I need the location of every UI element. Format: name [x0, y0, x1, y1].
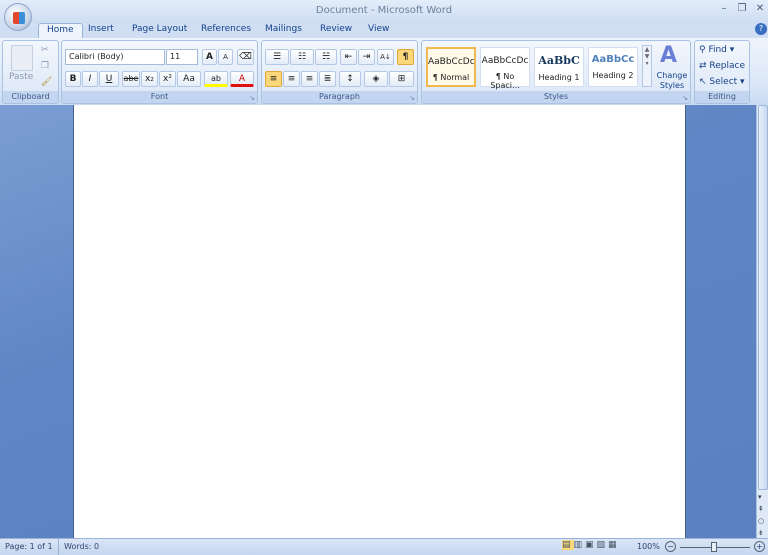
subscript-button[interactable]: x₂: [141, 71, 158, 87]
tab-page-layout[interactable]: Page Layout: [124, 23, 195, 38]
styles-scroll-buttons[interactable]: ▲ ▼ ▾: [642, 45, 652, 87]
paragraph-label: Paragraph: [262, 91, 417, 103]
cut-icon[interactable]: ✂: [41, 45, 49, 55]
superscript-button[interactable]: x²: [159, 71, 176, 87]
vertical-scrollbar[interactable]: ▾ ⇞ ○ ⇟: [756, 105, 768, 538]
replace-button[interactable]: ⇄ Replace: [699, 61, 745, 71]
tab-references[interactable]: References: [193, 23, 259, 38]
clear-formatting-button[interactable]: ⌫: [237, 49, 254, 65]
change-styles-icon: A: [660, 43, 678, 68]
font-size-combo[interactable]: 11: [166, 49, 198, 65]
zoom-out-button[interactable]: −: [665, 541, 676, 552]
font-dialog-launcher-icon[interactable]: ↘: [249, 94, 255, 102]
style-heading-2[interactable]: AaBbCc Heading 2: [588, 47, 638, 87]
style-no-spacing[interactable]: AaBbCcDc ¶ No Spaci...: [480, 47, 530, 90]
ribbon: Paste ✂ ❐ 🖌 Clipboard Calibri (Body) 11 …: [0, 38, 768, 105]
numbering-button[interactable]: ☷: [290, 49, 314, 65]
help-icon[interactable]: ?: [755, 23, 767, 35]
styles-label: Styles: [422, 91, 690, 103]
scrollbar-thumb[interactable]: [758, 105, 768, 490]
tab-mailings[interactable]: Mailings: [257, 23, 310, 38]
browse-buttons[interactable]: ▾ ⇞ ○ ⇟: [758, 491, 764, 539]
multilevel-list-button[interactable]: ☵: [315, 49, 337, 65]
paste-button[interactable]: Paste: [9, 72, 33, 82]
restore-button[interactable]: ❐: [734, 3, 750, 17]
paste-icon: [11, 45, 33, 71]
status-bar: Page: 1 of 1 Words: 0 ▤▥▣▧▦ 100% − +: [0, 538, 768, 555]
ribbon-tabs: Home Insert Page Layout References Maili…: [0, 20, 768, 38]
copy-icon[interactable]: ❐: [41, 61, 49, 71]
font-group: Calibri (Body) 11 A A ⌫ B I U abe x₂ x² …: [61, 40, 258, 104]
sort-button[interactable]: A↓: [377, 49, 394, 65]
style-normal[interactable]: AaBbCcDc ¶ Normal: [426, 47, 476, 87]
underline-button[interactable]: U: [99, 71, 119, 87]
font-name-combo[interactable]: Calibri (Body): [65, 49, 165, 65]
paragraph-dialog-launcher-icon[interactable]: ↘: [409, 94, 415, 102]
close-button[interactable]: ✕: [752, 3, 768, 17]
decrease-indent-button[interactable]: ⇤: [340, 49, 357, 65]
format-painter-icon[interactable]: 🖌: [41, 77, 52, 87]
style-heading-1[interactable]: AaBbC Heading 1: [534, 47, 584, 87]
shading-button[interactable]: ◈: [364, 71, 388, 87]
replace-icon: ⇄: [699, 61, 710, 71]
change-case-button[interactable]: Aa: [177, 71, 201, 87]
editing-group: ⚲ Find ▾ ⇄ Replace ↖ Select ▾ Editing: [694, 40, 750, 104]
font-color-button[interactable]: A: [230, 71, 254, 87]
change-styles-button[interactable]: Change Styles: [654, 71, 690, 91]
show-formatting-button[interactable]: ¶: [397, 49, 414, 65]
tab-view[interactable]: View: [360, 23, 397, 38]
view-buttons[interactable]: ▤▥▣▧▦: [562, 540, 632, 550]
tab-review[interactable]: Review: [312, 23, 360, 38]
highlight-button[interactable]: ab: [204, 71, 228, 87]
find-button[interactable]: ⚲ Find ▾: [699, 45, 734, 55]
bold-button[interactable]: B: [65, 71, 81, 87]
italic-button[interactable]: I: [82, 71, 98, 87]
editing-label: Editing: [695, 91, 749, 103]
borders-button[interactable]: ⊞: [389, 71, 414, 87]
cursor-icon: ↖: [699, 77, 710, 87]
styles-group: AaBbCcDc ¶ Normal AaBbCcDc ¶ No Spaci... A…: [421, 40, 691, 104]
page-count[interactable]: Page: 1 of 1: [5, 542, 53, 551]
align-center-button[interactable]: ≡: [283, 71, 300, 87]
print-layout-icon: ▤: [562, 540, 574, 550]
font-label: Font: [62, 91, 257, 103]
zoom-slider-thumb[interactable]: [711, 542, 717, 552]
grow-font-button[interactable]: A: [202, 49, 217, 65]
document-page[interactable]: [73, 105, 686, 538]
office-logo-icon: [13, 12, 25, 24]
shrink-font-button[interactable]: A: [218, 49, 233, 65]
minimize-button[interactable]: –: [716, 3, 732, 17]
zoom-level[interactable]: 100%: [637, 542, 660, 551]
office-button[interactable]: [4, 3, 32, 31]
clipboard-group: Paste ✂ ❐ 🖌 Clipboard: [2, 40, 59, 104]
tab-insert[interactable]: Insert: [80, 23, 122, 38]
align-left-button[interactable]: ≡: [265, 71, 282, 87]
select-button[interactable]: ↖ Select ▾: [699, 77, 745, 87]
justify-button[interactable]: ≣: [319, 71, 336, 87]
bullets-button[interactable]: ☰: [265, 49, 289, 65]
line-spacing-button[interactable]: ↕: [339, 71, 361, 87]
window-title: Document - Microsoft Word: [315, 5, 453, 16]
strikethrough-button[interactable]: abe: [122, 71, 140, 87]
increase-indent-button[interactable]: ⇥: [358, 49, 375, 65]
clipboard-label: Clipboard: [3, 91, 58, 103]
title-bar: Document - Microsoft Word – ❐ ✕: [0, 0, 768, 22]
word-count[interactable]: Words: 0: [64, 542, 99, 551]
paragraph-group: ☰ ☷ ☵ ⇤ ⇥ A↓ ¶ ≡ ≡ ≡ ≣ ↕ ◈ ⊞ Paragraph ↘: [261, 40, 418, 104]
tab-home[interactable]: Home: [38, 23, 83, 38]
zoom-in-button[interactable]: +: [754, 541, 765, 552]
align-right-button[interactable]: ≡: [301, 71, 318, 87]
styles-dialog-launcher-icon[interactable]: ↘: [682, 94, 688, 102]
